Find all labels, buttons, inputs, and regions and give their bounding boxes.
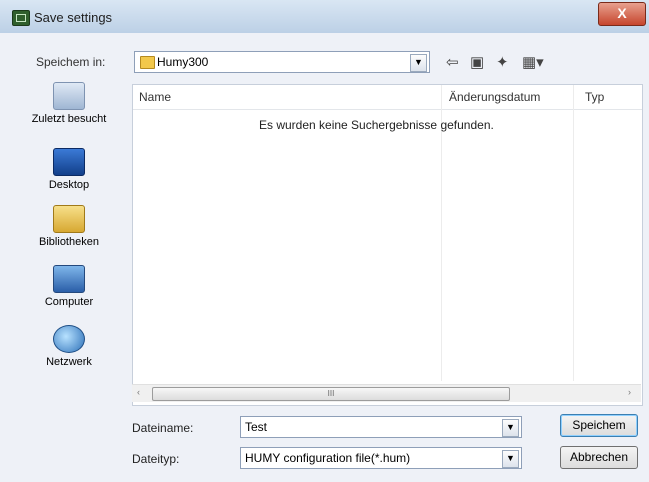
new-folder-icon[interactable]: ✦ [496, 55, 509, 71]
computer-icon [53, 265, 85, 293]
file-list[interactable]: Name Änderungsdatum Typ Es wurden keine … [132, 84, 643, 406]
app-icon [12, 10, 30, 26]
save-dialog: Save settings X Speichem in: Humy300 ▼ ⇦… [0, 0, 649, 482]
scroll-left-icon[interactable]: ‹ [137, 387, 140, 397]
column-header-date[interactable]: Änderungsdatum [449, 90, 540, 104]
scrollbar-thumb[interactable]: III [152, 387, 510, 401]
column-header-name[interactable]: Name [139, 90, 171, 104]
chevron-down-icon[interactable]: ▼ [502, 450, 519, 468]
filename-field[interactable]: Test ▼ [240, 416, 522, 438]
look-in-dropdown[interactable]: Humy300 ▼ [134, 51, 430, 73]
title-bar: Save settings X [0, 0, 649, 34]
scroll-right-icon[interactable]: › [628, 387, 631, 397]
places-bar: Zuletzt besucht Desktop Bibliotheken Com… [16, 80, 122, 398]
folder-icon [140, 56, 155, 69]
save-button[interactable]: Speichem [560, 414, 638, 437]
window-title: Save settings [34, 10, 113, 25]
chevron-down-icon[interactable]: ▼ [410, 54, 427, 72]
place-network[interactable]: Netzwerk [16, 325, 122, 368]
filename-label: Dateiname: [132, 421, 194, 435]
place-label: Bibliotheken [39, 236, 99, 248]
place-label: Desktop [48, 179, 90, 191]
filetype-label: Dateityp: [132, 452, 180, 466]
place-label: Netzwerk [46, 356, 92, 368]
chevron-down-icon[interactable]: ▼ [502, 419, 519, 437]
network-icon [53, 325, 85, 353]
horizontal-scrollbar[interactable]: ‹ III › [132, 384, 641, 402]
libraries-icon [53, 205, 85, 233]
place-libraries[interactable]: Bibliotheken [16, 205, 122, 248]
place-label: Computer [44, 296, 94, 308]
empty-message: Es wurden keine Suchergebnisse gefunden. [259, 118, 494, 132]
look-in-label: Speichem in: [36, 55, 106, 69]
desktop-icon [53, 148, 85, 176]
cancel-button[interactable]: Abbrechen [560, 446, 638, 469]
place-computer[interactable]: Computer [16, 265, 122, 308]
column-divider [573, 85, 574, 381]
column-header-type[interactable]: Typ [585, 90, 604, 104]
up-folder-icon[interactable]: ▣ [470, 55, 484, 71]
filetype-value: HUMY configuration file(*.hum) [245, 451, 411, 465]
view-menu-icon[interactable]: ▦▾ [522, 55, 544, 71]
filetype-dropdown[interactable]: HUMY configuration file(*.hum) ▼ [240, 447, 522, 469]
filename-value: Test [245, 420, 268, 434]
back-arrow-icon[interactable]: ⇦ [446, 55, 459, 71]
recent-places-icon [53, 82, 85, 110]
place-label: Zuletzt besucht [31, 113, 107, 125]
close-button[interactable]: X [598, 2, 646, 26]
place-desktop[interactable]: Desktop [16, 148, 122, 191]
place-recent[interactable]: Zuletzt besucht [16, 82, 122, 125]
look-in-value: Humy300 [157, 55, 209, 69]
list-header: Name Änderungsdatum Typ [133, 85, 642, 110]
